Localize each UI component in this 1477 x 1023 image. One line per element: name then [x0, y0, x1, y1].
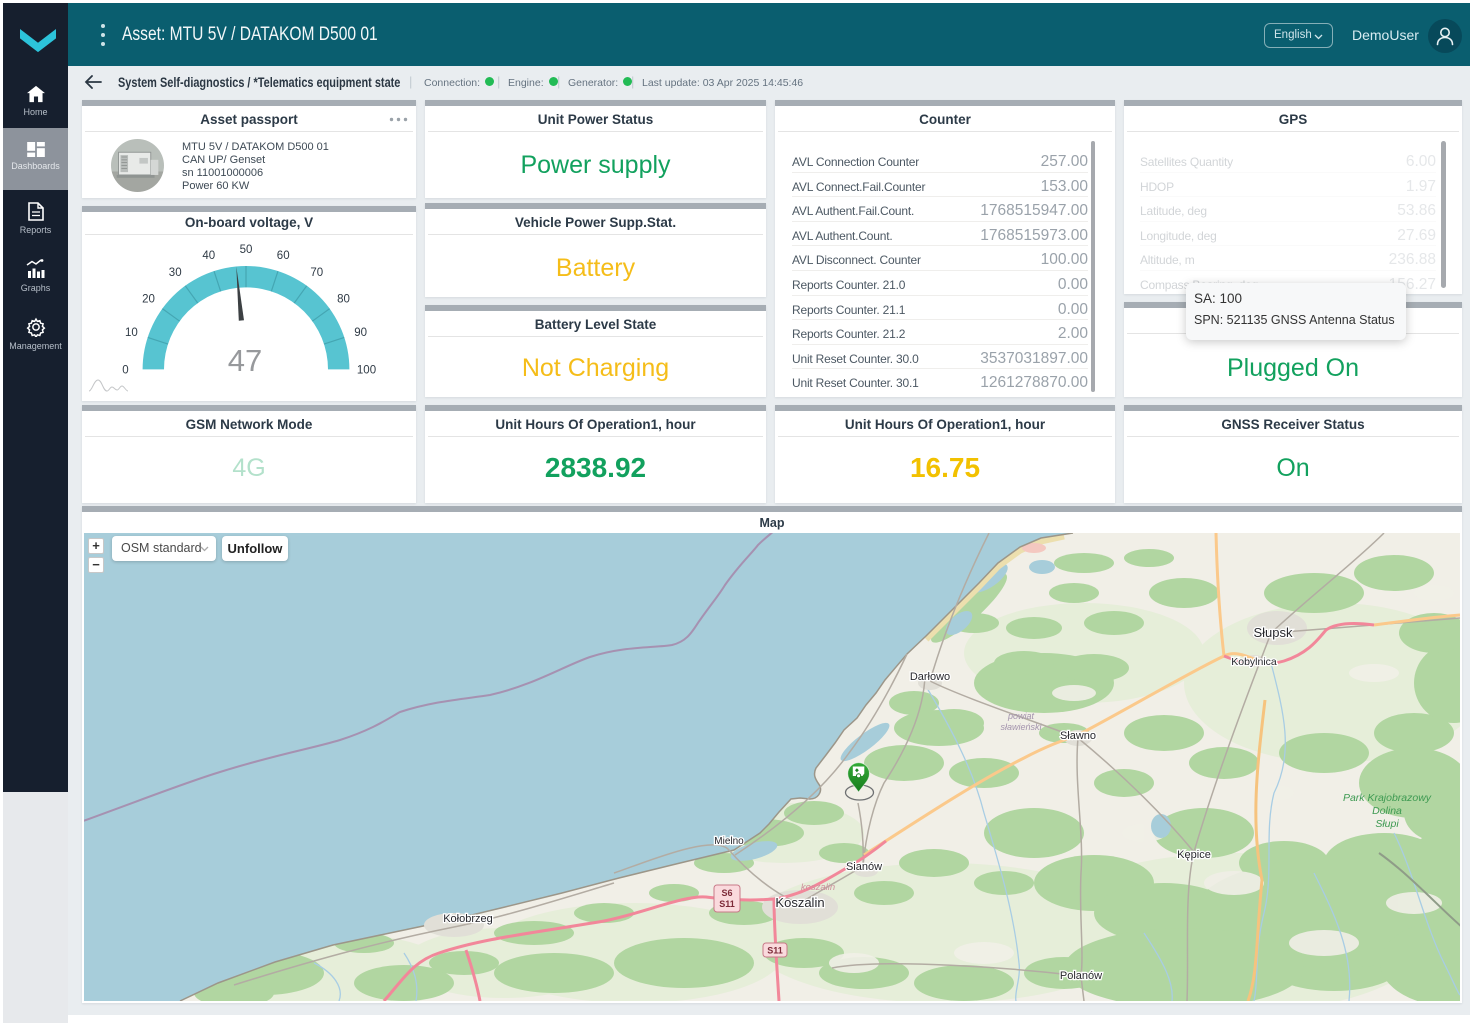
svg-text:Dolina: Dolina	[1372, 805, 1402, 817]
svg-text:powiat: powiat	[1007, 711, 1035, 721]
svg-text:Sianów: Sianów	[846, 861, 882, 873]
svg-text:50: 50	[240, 244, 253, 256]
svg-text:0: 0	[122, 364, 128, 376]
svg-text:20: 20	[142, 294, 155, 306]
svg-text:90: 90	[354, 327, 367, 339]
svg-text:koszalin: koszalin	[801, 882, 835, 893]
svg-text:Mielno: Mielno	[714, 836, 744, 847]
svg-text:40: 40	[202, 250, 215, 262]
svg-text:Słupsk: Słupsk	[1253, 625, 1293, 640]
svg-text:Koszalin: Koszalin	[775, 895, 824, 910]
svg-text:100: 100	[357, 364, 376, 376]
svg-text:30: 30	[169, 267, 182, 279]
svg-text:sławieński: sławieński	[1000, 722, 1042, 732]
svg-text:Polanów: Polanów	[1060, 970, 1102, 982]
svg-text:Park Krajobrazowy: Park Krajobrazowy	[1343, 792, 1432, 804]
svg-text:47: 47	[228, 343, 262, 378]
svg-text:Darłowo: Darłowo	[910, 671, 950, 683]
svg-text:S11: S11	[767, 946, 783, 956]
svg-text:Kołobrzeg: Kołobrzeg	[443, 913, 493, 925]
svg-text:S6: S6	[721, 888, 732, 898]
svg-text:Sławno: Sławno	[1060, 730, 1096, 742]
svg-text:70: 70	[310, 267, 323, 279]
svg-text:Słupi: Słupi	[1375, 818, 1399, 830]
svg-text:Kępice: Kępice	[1177, 849, 1211, 861]
svg-text:10: 10	[125, 327, 138, 339]
svg-text:80: 80	[337, 294, 350, 306]
svg-text:Kobylnica: Kobylnica	[1231, 656, 1277, 668]
svg-text:60: 60	[277, 250, 290, 262]
svg-text:S11: S11	[719, 899, 735, 909]
